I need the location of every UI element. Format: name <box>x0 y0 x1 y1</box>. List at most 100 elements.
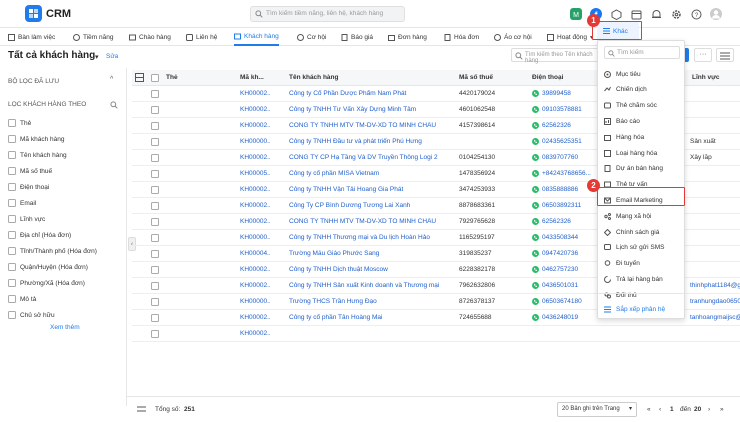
menu-item-social-network[interactable]: Mạng xã hội <box>604 211 682 221</box>
menu-item-route[interactable]: Đi tuyến <box>604 259 682 269</box>
menu-item-price-policy[interactable]: Chính sách giá <box>604 227 682 237</box>
customer-code-link[interactable]: KH00005... <box>240 170 270 177</box>
row-checkbox[interactable] <box>151 330 159 338</box>
menu-item-report[interactable]: Báo cáo <box>604 116 682 126</box>
customer-name-link[interactable]: CÔNG TY CP Hạ Tầng Và DV Truyền Thông Lo… <box>289 154 441 161</box>
customer-code-link[interactable]: KH00002... <box>240 282 270 289</box>
more-options-button[interactable]: ··· <box>694 48 712 62</box>
edit-view-link[interactable]: Sửa <box>106 53 118 60</box>
table-row[interactable]: KH00002... <box>132 326 740 342</box>
phone-cell[interactable]: +84243768656... <box>532 170 602 177</box>
customer-name-link[interactable]: Trường THCS Trần Hưng Đạo <box>289 298 441 305</box>
header-tax[interactable]: Mã số thuế <box>459 74 493 81</box>
checkbox[interactable] <box>8 215 16 223</box>
prev-page-icon[interactable]: ‹ <box>659 406 661 413</box>
chevron-up-icon[interactable]: ^ <box>110 76 113 83</box>
menu-item-product-type[interactable]: Loại hàng hóa <box>604 148 682 158</box>
phone-cell[interactable]: 0433508344 <box>532 234 602 241</box>
customer-name-link[interactable]: Công ty cổ phần MISA Vietnam <box>289 170 441 177</box>
customer-code-link[interactable]: KH00002... <box>240 330 270 337</box>
nav-item-contacts[interactable]: Liên hệ <box>186 28 217 46</box>
checkbox[interactable] <box>8 231 16 239</box>
row-checkbox[interactable] <box>151 170 159 178</box>
customer-code-link[interactable]: KH00002... <box>240 202 270 209</box>
customer-code-link[interactable]: KH00002... <box>240 154 270 161</box>
header-phone[interactable]: Điện thoại <box>532 74 563 81</box>
filter-item[interactable]: Mã khách hàng <box>8 134 64 144</box>
next-page-icon[interactable]: › <box>708 406 710 413</box>
nav-item-leads[interactable]: Tiềm năng <box>73 28 113 46</box>
phone-cell[interactable]: 0436248019 <box>532 314 602 321</box>
checkbox[interactable] <box>8 199 16 207</box>
nav-item-quotes[interactable]: Báo giá <box>341 28 373 46</box>
filter-item[interactable]: Tỉnh/Thành phố (Hóa đơn) <box>8 246 97 256</box>
row-checkbox[interactable] <box>151 122 159 130</box>
filter-item[interactable]: Tên khách hàng <box>8 150 67 160</box>
row-checkbox[interactable] <box>151 186 159 194</box>
phone-cell[interactable]: 0839707760 <box>532 154 602 161</box>
customer-code-link[interactable]: KH00002... <box>240 186 270 193</box>
nav-item-offers[interactable]: Chào hàng <box>129 28 171 46</box>
customer-name-link[interactable]: Công ty TNHH Tư Vấn Xây Dựng Minh Tâm <box>289 106 441 113</box>
phone-cell[interactable]: 09103578881 <box>532 106 602 113</box>
menu-item-sales-project[interactable]: Dự án bán hàng <box>604 164 682 174</box>
customer-code-link[interactable]: KH00000... <box>240 138 270 145</box>
customer-code-link[interactable]: KH00002... <box>240 90 270 97</box>
checkbox[interactable] <box>8 295 16 303</box>
phone-cell[interactable]: 06503892311 <box>532 202 602 209</box>
customer-code-link[interactable]: KH00002... <box>240 106 270 113</box>
customer-code-link[interactable]: KH00002... <box>240 218 270 225</box>
filter-item[interactable]: Địa chỉ (Hóa đơn) <box>8 230 71 240</box>
customer-code-link[interactable]: KH00002... <box>240 314 270 321</box>
filter-item[interactable]: Quận/Huyện (Hóa đơn) <box>8 262 88 272</box>
customer-name-link[interactable]: Công ty TNHH Đầu tư và phát triển Phú Hư… <box>289 138 441 145</box>
phone-cell[interactable]: 0947420736 <box>532 250 602 257</box>
first-page-icon[interactable]: « <box>647 406 651 413</box>
page-size-select[interactable]: 20 Bản ghi trên Trang ▾ <box>557 402 637 417</box>
row-checkbox[interactable] <box>151 234 159 242</box>
nav-item-orders[interactable]: Đơn hàng <box>388 28 427 46</box>
customer-name-link[interactable]: Công ty TNHH Vận Tải Hoang Gia Phát <box>289 186 441 193</box>
menu-item-competitor[interactable]: Đối thủ <box>604 290 682 300</box>
row-checkbox[interactable] <box>151 138 159 146</box>
customer-code-link[interactable]: KH00002... <box>240 266 270 273</box>
filter-item[interactable]: Điện thoại <box>8 182 49 192</box>
grid-search-input[interactable]: Tìm kiếm theo Tên khách hàng <box>511 48 599 64</box>
chevron-down-icon[interactable]: ▾ <box>95 53 99 61</box>
row-checkbox[interactable] <box>151 298 159 306</box>
avatar[interactable] <box>710 8 722 20</box>
row-checkbox[interactable] <box>151 218 159 226</box>
menu-item-campaign[interactable]: Chiến dịch <box>604 85 682 95</box>
customer-name-link[interactable]: Công ty cổ phần Tân Hoàng Mai <box>289 314 441 321</box>
customer-name-link[interactable]: Công ty TNHH Sản xuất Kinh doanh và Thươ… <box>289 282 441 289</box>
row-checkbox[interactable] <box>151 314 159 322</box>
page-title[interactable]: Tất cả khách hàng <box>8 50 95 61</box>
last-page-icon[interactable]: » <box>720 406 724 413</box>
menu-item-care-card[interactable]: Thẻ chăm sóc <box>604 101 682 111</box>
crm-logo-icon[interactable] <box>25 5 42 22</box>
checkbox[interactable] <box>8 183 16 191</box>
header-tag[interactable]: Thẻ <box>166 74 178 81</box>
menu-item-sms-history[interactable]: Lịch sử gửi SMS <box>604 243 682 253</box>
checkbox[interactable] <box>8 167 16 175</box>
checkbox[interactable] <box>8 263 16 271</box>
checkbox[interactable] <box>8 279 16 287</box>
filter-item[interactable]: Thẻ <box>8 118 31 128</box>
checkbox[interactable] <box>8 311 16 319</box>
menu-item-sales-return[interactable]: Trả lại hàng bán <box>604 274 682 284</box>
filter-item[interactable]: Phường/Xã (Hóa đơn) <box>8 278 85 288</box>
show-more-link[interactable]: Xem thêm <box>50 324 80 331</box>
view-toggle-button[interactable] <box>716 48 734 62</box>
calendar-icon[interactable] <box>630 8 642 20</box>
phone-cell[interactable]: 39899458 <box>532 90 602 97</box>
arrange-modules-link[interactable]: Sắp xếp phân hệ <box>604 304 682 314</box>
menu-item-target[interactable]: Mục tiêu <box>604 69 682 79</box>
cube-icon[interactable] <box>610 8 622 20</box>
customer-code-link[interactable]: KH00000... <box>240 298 270 305</box>
customer-name-link[interactable]: Công ty Cổ Phần Dược Phẩm Nam Phát <box>289 90 441 97</box>
phone-cell[interactable]: 02435625351 <box>532 138 602 145</box>
nav-item-customers[interactable]: Khách hàng <box>234 28 279 46</box>
row-checkbox[interactable] <box>151 90 159 98</box>
checkbox[interactable] <box>8 119 16 127</box>
nav-item-opportunity-pool[interactable]: Áo cơ hội <box>494 28 532 46</box>
